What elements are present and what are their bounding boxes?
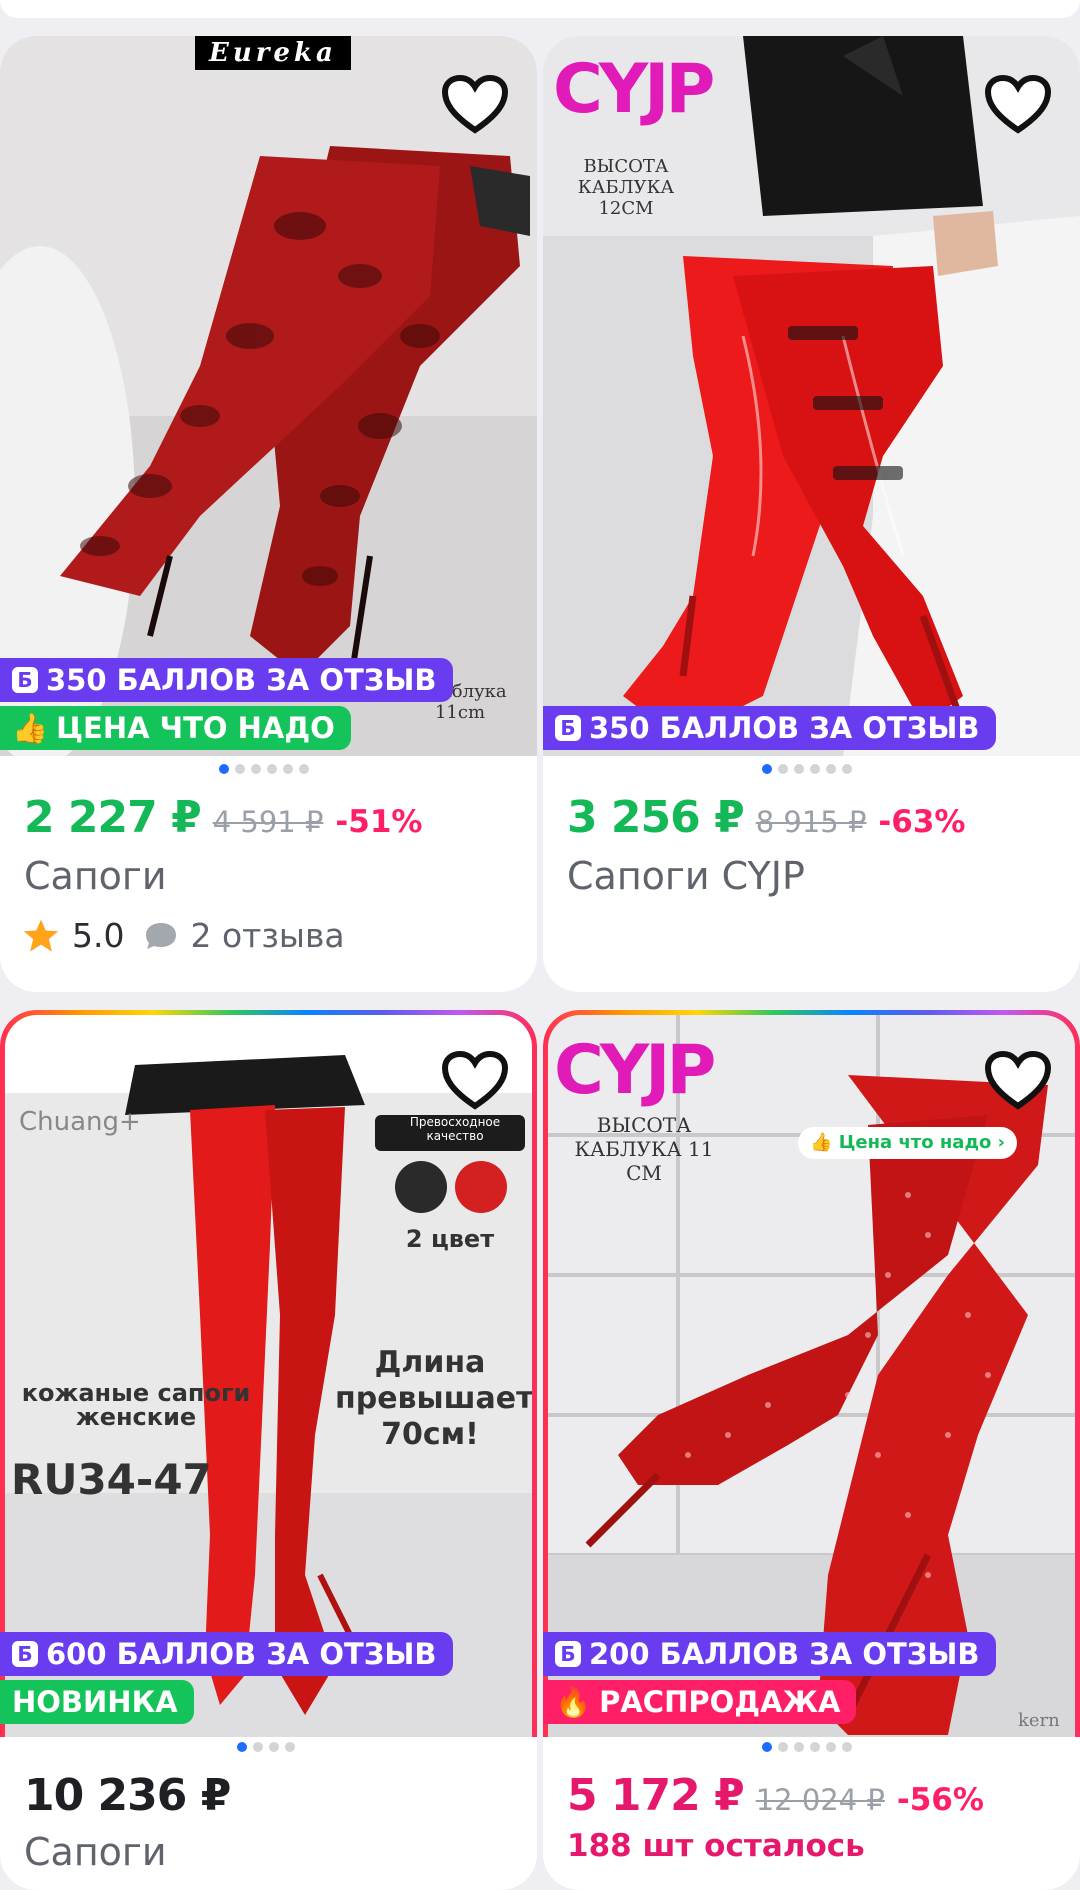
pager-dot bbox=[251, 764, 261, 774]
product-title[interactable]: Сапоги CYJP bbox=[567, 854, 805, 898]
product-card[interactable]: CYJP ВЫСОТА КАБЛУКА 11 СМ 👍 Цена что над… bbox=[543, 1010, 1080, 1890]
badge-text: НОВИНКА bbox=[12, 1685, 178, 1719]
discount-percent: -51% bbox=[335, 804, 423, 840]
thumbs-up-icon: 👍 bbox=[810, 1132, 839, 1153]
points-icon: Б bbox=[555, 715, 581, 741]
image-good-price-tag: 👍 Цена что надо › bbox=[798, 1127, 1018, 1159]
new-badge: НОВИНКА bbox=[0, 1680, 194, 1724]
product-title[interactable]: Сапоги bbox=[24, 1830, 167, 1874]
image-caption: ВЫСОТА КАБЛУКА 12СМ bbox=[577, 156, 675, 219]
pager-dot bbox=[762, 764, 772, 774]
review-points-badge: Б 200 БАЛЛОВ ЗА ОТЗЫВ bbox=[543, 1632, 996, 1676]
rating-value: 5.0 bbox=[72, 916, 125, 955]
current-price: 3 256 ₽ bbox=[567, 792, 745, 843]
image-watermark: kern bbox=[1018, 1710, 1060, 1731]
pager-dot bbox=[283, 764, 293, 774]
image-colors-text: 2 цвет bbox=[405, 1225, 495, 1253]
favorite-heart-icon[interactable] bbox=[441, 74, 509, 136]
image-desc-text: кожаные сапоги женские bbox=[21, 1379, 251, 1431]
pager-dot bbox=[219, 764, 229, 774]
star-icon bbox=[23, 919, 59, 952]
pager-dot bbox=[778, 764, 788, 774]
pager-dot bbox=[237, 1742, 247, 1752]
image-length-text: Длина превышает 70см! bbox=[335, 1345, 532, 1452]
price-row: 2 227 ₽ 4 591 ₽ -51% bbox=[24, 792, 423, 843]
product-card[interactable]: Chuang+ Превосходное качество 2 цвет кож… bbox=[0, 1010, 537, 1890]
points-icon: Б bbox=[12, 1641, 38, 1667]
pager-dot bbox=[810, 764, 820, 774]
price-row: 10 236 ₽ bbox=[24, 1770, 231, 1821]
image-brand-logo: CYJP bbox=[553, 50, 715, 129]
favorite-heart-icon[interactable] bbox=[441, 1050, 509, 1112]
discount-percent: -56% bbox=[896, 1782, 984, 1818]
pager-dot bbox=[762, 1742, 772, 1752]
favorite-heart-icon[interactable] bbox=[984, 74, 1052, 136]
image-pager-dots bbox=[219, 764, 309, 776]
badge-text: РАСПРОДАЖА bbox=[599, 1685, 841, 1719]
badge-text: 600 БАЛЛОВ ЗА ОТЗЫВ bbox=[46, 1637, 437, 1671]
comment-icon bbox=[146, 922, 177, 949]
stock-remaining: 188 шт осталось bbox=[567, 1828, 865, 1864]
pager-dot bbox=[269, 1742, 279, 1752]
review-points-badge: Б 350 БАЛЛОВ ЗА ОТЗЫВ bbox=[0, 658, 453, 702]
product-image[interactable]: CYJP ВЫСОТА КАБЛУКА 12СМ bbox=[543, 36, 1080, 756]
pager-dot bbox=[778, 1742, 788, 1752]
review-points-badge: Б 350 БАЛЛОВ ЗА ОТЗЫВ bbox=[543, 706, 996, 750]
product-image[interactable]: Eureka a каблука 11cm bbox=[0, 36, 537, 756]
price-row: 5 172 ₽ 12 024 ₽ -56% bbox=[567, 1770, 984, 1821]
pager-dot bbox=[299, 764, 309, 774]
pager-dot bbox=[810, 1742, 820, 1752]
current-price: 10 236 ₽ bbox=[24, 1770, 231, 1821]
tag-text: Цена что надо bbox=[838, 1132, 992, 1153]
fire-icon: 🔥 bbox=[555, 1685, 592, 1719]
good-price-badge: 👍 ЦЕНА ЧТО НАДО bbox=[0, 706, 351, 750]
product-title[interactable]: Сапоги bbox=[24, 854, 167, 898]
points-icon: Б bbox=[12, 667, 38, 693]
image-brand-logo: Chuang+ bbox=[19, 1107, 141, 1137]
pager-dot bbox=[794, 764, 804, 774]
image-pager-dots bbox=[237, 1742, 295, 1754]
product-image[interactable]: CYJP ВЫСОТА КАБЛУКА 11 СМ 👍 Цена что над… bbox=[548, 1015, 1075, 1737]
badge-text: 350 БАЛЛОВ ЗА ОТЗЫВ bbox=[589, 711, 980, 745]
image-size-text: RU34-47 bbox=[11, 1455, 212, 1504]
badge-text: 200 БАЛЛОВ ЗА ОТЗЫВ bbox=[589, 1637, 980, 1671]
pager-dot bbox=[235, 764, 245, 774]
pager-dot bbox=[285, 1742, 295, 1752]
review-points-badge: Б 600 БАЛЛОВ ЗА ОТЗЫВ bbox=[0, 1632, 453, 1676]
product-image[interactable]: Chuang+ Превосходное качество 2 цвет кож… bbox=[5, 1015, 532, 1737]
pager-dot bbox=[253, 1742, 263, 1752]
points-icon: Б bbox=[555, 1641, 581, 1667]
pager-dot bbox=[794, 1742, 804, 1752]
price-row: 3 256 ₽ 8 915 ₽ -63% bbox=[567, 792, 966, 843]
favorite-heart-icon[interactable] bbox=[984, 1050, 1052, 1112]
image-brand-logo: CYJP bbox=[554, 1031, 716, 1110]
sale-badge: 🔥 РАСПРОДАЖА bbox=[543, 1680, 857, 1724]
image-pager-dots bbox=[762, 764, 852, 776]
chevron-right-icon: › bbox=[991, 1132, 1006, 1153]
old-price: 12 024 ₽ bbox=[755, 1783, 885, 1817]
pager-dot bbox=[826, 764, 836, 774]
pager-dot bbox=[826, 1742, 836, 1752]
pager-dot bbox=[842, 1742, 852, 1752]
image-quality-badge: Превосходное качество bbox=[409, 1115, 501, 1143]
thumbs-up-icon: 👍 bbox=[12, 711, 49, 745]
discount-percent: -63% bbox=[878, 804, 966, 840]
image-pager-dots bbox=[762, 1742, 852, 1754]
image-brand-logo: Eureka bbox=[195, 36, 351, 70]
old-price: 8 915 ₽ bbox=[755, 805, 867, 839]
reviews-count[interactable]: 2 отзыва bbox=[190, 916, 344, 955]
old-price: 4 591 ₽ bbox=[212, 805, 324, 839]
product-card[interactable]: Eureka a каблука 11cm Б 350 БАЛЛОВ ЗА ОТ… bbox=[0, 36, 537, 992]
badge-text: 350 БАЛЛОВ ЗА ОТЗЫВ bbox=[46, 663, 437, 697]
current-price: 2 227 ₽ bbox=[24, 792, 202, 843]
badge-text: ЦЕНА ЧТО НАДО bbox=[56, 711, 335, 745]
pager-dot bbox=[267, 764, 277, 774]
product-card[interactable]: CYJP ВЫСОТА КАБЛУКА 12СМ Б 350 БАЛЛОВ ЗА… bbox=[543, 36, 1080, 992]
pager-dot bbox=[842, 764, 852, 774]
top-sheet-edge bbox=[0, 0, 1080, 18]
image-caption: ВЫСОТА КАБЛУКА 11 СМ bbox=[574, 1113, 714, 1185]
current-price: 5 172 ₽ bbox=[567, 1770, 745, 1821]
rating-row: 5.0 2 отзыва bbox=[22, 916, 345, 955]
